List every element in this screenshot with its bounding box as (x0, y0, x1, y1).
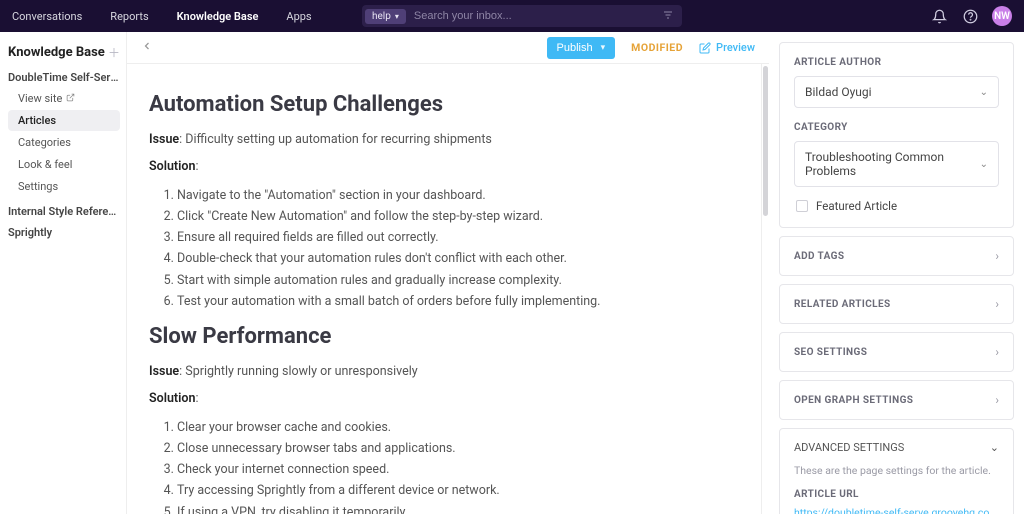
publish-button[interactable]: Publish ▾ (547, 37, 616, 59)
preview-label: Preview (716, 41, 755, 54)
sidebar-item-settings[interactable]: Settings (8, 176, 120, 197)
issue-line: Issue: Sprightly running slowly or unres… (149, 363, 725, 382)
sidebar-group-style-ref[interactable]: Internal Style Reference ... (8, 205, 120, 218)
nav-apps[interactable]: Apps (286, 10, 311, 23)
list-item: Ensure all required fields are filled ou… (177, 227, 725, 248)
category-value: Troubleshooting Common Problems (805, 150, 980, 178)
scrollbar-thumb[interactable] (763, 66, 768, 216)
solution-steps: Clear your browser cache and cookies. Cl… (177, 417, 725, 514)
article-url-value[interactable]: https://doubletime-self-serve.groovehq.c… (794, 506, 999, 514)
sidebar-item-view-site[interactable]: View site (8, 88, 120, 109)
accordion-title: OPEN GRAPH SETTINGS (794, 395, 913, 406)
author-label: ARTICLE AUTHOR (794, 57, 999, 68)
search-bar[interactable]: help ▾ (362, 5, 682, 27)
sidebar-item-articles[interactable]: Articles (8, 110, 120, 131)
list-item: Clear your browser cache and cookies. (177, 417, 725, 438)
chevron-right-icon: › (995, 393, 999, 407)
author-value: Bildad Oyugi (805, 85, 872, 99)
notifications-icon[interactable] (932, 9, 947, 24)
sidebar-title: Knowledge Base (8, 45, 105, 60)
featured-article-row[interactable]: Featured Article (794, 199, 999, 213)
filter-icon[interactable] (662, 9, 682, 24)
category-label: CATEGORY (794, 122, 999, 133)
advanced-settings-card: ADVANCED SETTINGS ⌄ These are the page s… (779, 428, 1014, 514)
chevron-down-icon: ⌄ (980, 159, 988, 170)
solution-steps: Navigate to the "Automation" section in … (177, 185, 725, 313)
list-item: Test your automation with a small batch … (177, 291, 725, 312)
external-link-icon (66, 93, 75, 105)
author-select[interactable]: Bildad Oyugi ⌄ (794, 76, 999, 108)
modified-badge: MODIFIED (631, 41, 683, 54)
featured-label: Featured Article (816, 199, 897, 213)
accordion-title: RELATED ARTICLES (794, 299, 891, 310)
search-scope-label: help (372, 11, 391, 22)
accordion-seo-settings[interactable]: SEO SETTINGS › (779, 332, 1014, 372)
chevron-right-icon: › (995, 297, 999, 311)
sidebar-item-look-feel[interactable]: Look & feel (8, 154, 120, 175)
publish-label: Publish (557, 42, 593, 54)
chevron-right-icon: › (995, 345, 999, 359)
help-icon[interactable] (963, 9, 978, 24)
issue-line: Issue: Difficulty setting up automation … (149, 131, 725, 150)
editor-header: Publish ▾ MODIFIED Preview (127, 32, 769, 64)
accordion-related-articles[interactable]: RELATED ARTICLES › (779, 284, 1014, 324)
right-panel: ARTICLE AUTHOR Bildad Oyugi ⌄ CATEGORY T… (769, 32, 1024, 514)
nav-knowledge-base[interactable]: Knowledge Base (177, 10, 259, 23)
section-heading: Slow Performance (149, 324, 725, 349)
preview-button[interactable]: Preview (699, 41, 755, 54)
chevron-down-icon: ▾ (395, 12, 399, 21)
chevron-right-icon: › (995, 249, 999, 263)
solution-line: Solution: (149, 390, 725, 409)
author-category-card: ARTICLE AUTHOR Bildad Oyugi ⌄ CATEGORY T… (779, 42, 1014, 228)
list-item: Start with simple automation rules and g… (177, 270, 725, 291)
advanced-settings-header[interactable]: ADVANCED SETTINGS ⌄ (794, 441, 999, 454)
top-nav: Conversations Reports Knowledge Base App… (0, 0, 1024, 32)
search-scope-tag[interactable]: help ▾ (365, 9, 406, 24)
advanced-desc: These are the page settings for the arti… (794, 464, 999, 477)
accordion-title: ADD TAGS (794, 251, 844, 262)
accordion-title: SEO SETTINGS (794, 347, 867, 358)
solution-line: Solution: (149, 158, 725, 177)
sidebar-group-doubletime[interactable]: DoubleTime Self-Serve (8, 71, 120, 84)
list-item: Click "Create New Automation" and follow… (177, 206, 725, 227)
editor-scrollbar[interactable] (762, 64, 769, 514)
sidebar-group-sprightly[interactable]: Sprightly (8, 226, 120, 239)
category-select[interactable]: Troubleshooting Common Problems ⌄ (794, 141, 999, 187)
chevron-down-icon: ⌄ (990, 441, 999, 454)
nav-conversations[interactable]: Conversations (12, 10, 82, 23)
list-item: Navigate to the "Automation" section in … (177, 185, 725, 206)
add-kb-icon[interactable]: ＋ (108, 44, 120, 61)
back-icon[interactable] (141, 40, 153, 56)
sidebar-item-categories[interactable]: Categories (8, 132, 120, 153)
list-item: Check your internet connection speed. (177, 459, 725, 480)
nav-reports[interactable]: Reports (110, 10, 148, 23)
section-heading: Automation Setup Challenges (149, 92, 725, 117)
sidebar-item-label: View site (18, 92, 62, 105)
featured-checkbox[interactable] (796, 200, 808, 212)
list-item: If using a VPN, try disabling it tempora… (177, 502, 725, 514)
left-sidebar: Knowledge Base ＋ DoubleTime Self-Serve V… (0, 32, 127, 514)
editor-column: Publish ▾ MODIFIED Preview Automation Se… (127, 32, 769, 514)
user-avatar[interactable]: NW (992, 6, 1012, 26)
article-body[interactable]: Automation Setup Challenges Issue: Diffi… (127, 64, 762, 514)
list-item: Try accessing Sprightly from a different… (177, 480, 725, 501)
chevron-down-icon: ⌄ (980, 87, 988, 98)
list-item: Close unnecessary browser tabs and appli… (177, 438, 725, 459)
accordion-add-tags[interactable]: ADD TAGS › (779, 236, 1014, 276)
search-input[interactable] (406, 10, 662, 22)
accordion-open-graph[interactable]: OPEN GRAPH SETTINGS › (779, 380, 1014, 420)
article-url-label: ARTICLE URL (794, 489, 999, 500)
chevron-down-icon: ▾ (601, 42, 606, 53)
list-item: Double-check that your automation rules … (177, 248, 725, 269)
advanced-title: ADVANCED SETTINGS (794, 441, 904, 454)
